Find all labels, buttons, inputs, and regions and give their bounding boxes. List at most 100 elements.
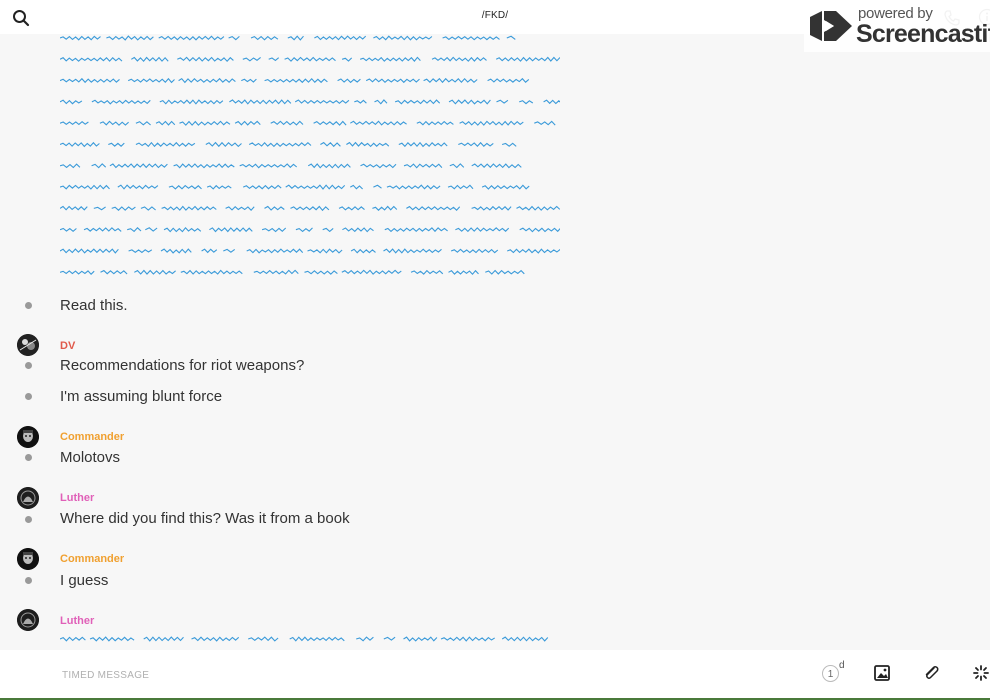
sparkle-icon[interactable] [972,664,990,682]
avatar[interactable] [17,487,39,509]
scribble-word [60,141,100,148]
scribble-word [481,184,530,190]
scribble-word [135,141,196,148]
scribble-word [60,248,119,254]
watermark-brand: Screencastify [856,20,990,48]
avatar[interactable] [17,334,39,356]
author-name[interactable]: Commander [60,431,124,443]
avatar[interactable] [17,426,39,448]
scribble-word [268,57,280,62]
message-text: Molotovs [60,449,121,466]
scribble-word [440,636,496,642]
scribble-word [143,636,184,642]
scribble-word [534,120,556,126]
scribble-word [158,35,225,41]
message-text: Recommendations for riot weapons? [60,357,305,374]
scribble-word [60,99,83,105]
scribble-word [406,205,461,211]
scribble-word [140,206,156,211]
scribble-word [350,184,363,190]
scribble-word [228,35,240,41]
scribble-word [448,269,479,276]
message-input[interactable] [60,664,764,686]
author-name[interactable]: Luther [60,615,94,627]
scribble-word [128,249,153,254]
scribble-word [60,77,120,84]
message-text: I guess [60,572,109,589]
scribble-word [450,248,499,254]
scribble-word [458,141,494,147]
handwritten-attachment[interactable] [60,30,560,280]
scribble-word [471,205,512,211]
handwritten-attachment[interactable] [60,632,560,646]
scribble-word [543,99,560,105]
scribble-word [100,269,128,275]
scribble-word [307,248,343,254]
scribble-word [386,184,441,190]
scribble-word [205,141,242,148]
scribble-word [485,269,525,275]
scribble-word [360,56,421,62]
scribble-word [289,636,345,642]
scribble-word [496,99,509,104]
scribble-word [501,636,549,642]
scribble-word [447,184,474,190]
scribble-word [229,99,292,105]
scribble-word [398,141,448,148]
scribble-word [360,163,397,169]
scribble-word [60,227,77,233]
scribble-word [161,205,217,211]
scribble-word [442,35,500,41]
scribble-word [501,142,517,147]
scribble-word [179,120,231,126]
scribble-word [246,248,304,254]
scribble-word [91,163,107,169]
scribble-word [459,120,524,126]
scribble-word [341,269,402,275]
scribble-word [373,35,433,41]
scribble-word [264,205,285,211]
scribble-word [383,248,442,254]
message-text: Read this. [60,297,128,314]
scribble-word [403,163,443,169]
scribble-word [416,120,454,126]
scribble-word [253,269,299,275]
scribble-word [242,56,261,62]
avatar[interactable] [17,548,39,570]
timer-button[interactable]: 1 d [822,660,846,685]
author-name[interactable]: Commander [60,553,124,565]
scribble-word [99,120,129,126]
scribble-word [239,163,298,169]
scribble-word [394,99,441,105]
message-text: I'm assuming blunt force [60,388,223,405]
scribble-word [178,77,236,84]
scribble-word [287,35,304,41]
scribble-word [201,248,218,254]
scribble-word [60,57,123,62]
scribble-word [135,121,151,126]
scribble-word [320,141,341,148]
scribble-word [60,205,88,211]
scribble-word [206,184,232,190]
avatar[interactable] [17,609,39,631]
scribble-word [374,99,388,105]
image-icon[interactable] [873,664,891,682]
scribble-word [191,636,240,642]
message-feed[interactable]: Read this. DV Recommendations for riot w… [0,0,990,650]
message-dot [25,516,32,523]
paperclip-icon[interactable] [922,664,940,682]
scribble-word [241,78,257,83]
scribble-word [516,205,560,211]
scribble-word [285,184,346,190]
scribble-word [449,163,465,169]
scribble-word [242,184,282,190]
author-name[interactable]: Luther [60,492,94,504]
scribble-word [322,227,334,233]
scribble-word [163,226,202,233]
scribble-word [60,184,110,190]
scribble-word [261,227,287,233]
author-name[interactable]: DV [60,340,75,352]
scribble-word [341,57,353,62]
scribble-word [304,270,338,275]
scribble-word [180,269,243,275]
